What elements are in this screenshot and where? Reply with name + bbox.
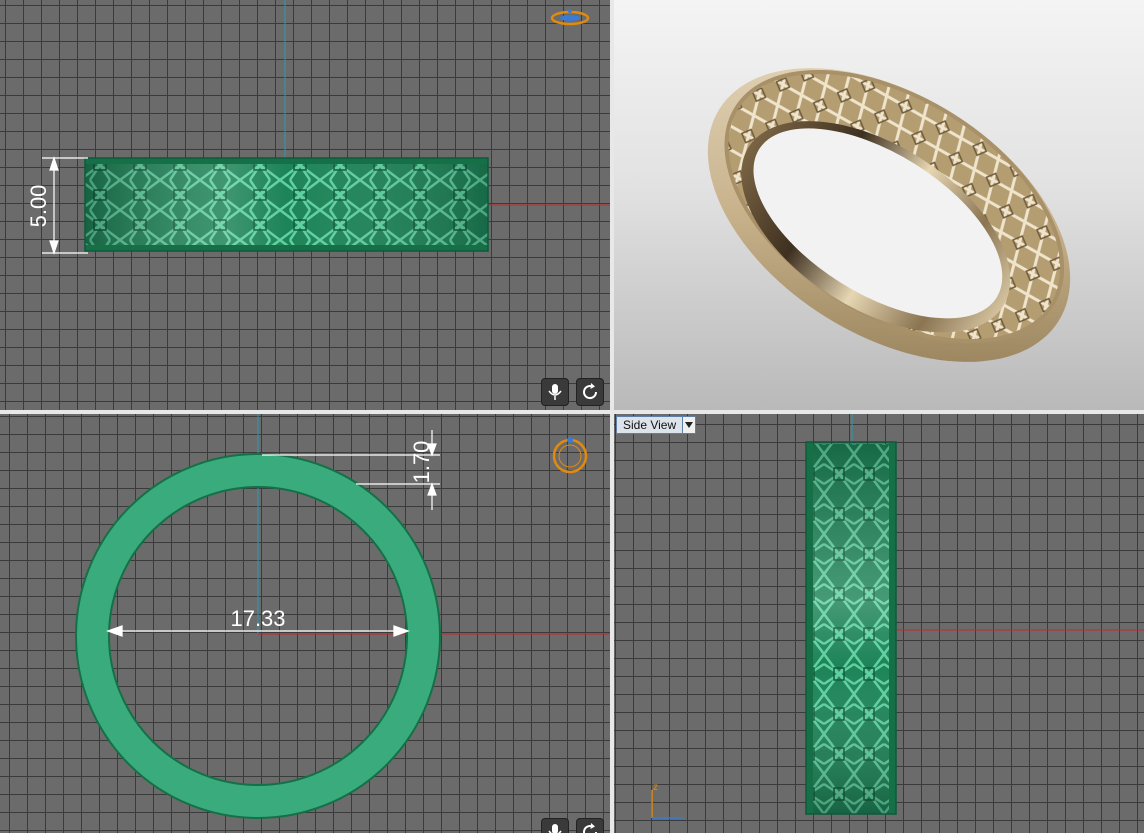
ring-front <box>84 157 489 252</box>
view-selector-label: Side View <box>623 418 677 432</box>
front-view-canvas: 5.00 <box>26 0 610 255</box>
perspective-view-canvas <box>707 68 1071 362</box>
axis-triad <box>651 790 684 819</box>
rotate-icon <box>583 383 598 400</box>
top-viewport[interactable]: 17.33 1.70 <box>0 414 610 833</box>
axis-z-label: z <box>653 782 658 793</box>
chevron-down-icon[interactable] <box>682 417 696 433</box>
view-selector[interactable]: Side View <box>616 416 697 434</box>
rotate-button[interactable] <box>576 378 604 406</box>
side-view-canvas: z <box>651 414 1144 819</box>
microphone-button[interactable] <box>541 378 569 406</box>
top-view-canvas: 17.33 1.70 <box>75 414 610 819</box>
view-gizmo-icon <box>550 9 590 26</box>
diameter-dimension-label: 17.33 <box>230 606 285 631</box>
viewport-divider-horizontal[interactable] <box>0 410 1144 414</box>
view-gizmo-icon <box>552 437 588 474</box>
ring-side <box>805 441 897 815</box>
height-dimension-label: 5.00 <box>26 185 51 228</box>
thickness-dimension-label: 1.70 <box>409 441 434 484</box>
ring-perspective <box>707 68 1071 362</box>
side-viewport[interactable]: z Side View <box>614 414 1144 833</box>
perspective-viewport[interactable] <box>614 0 1144 410</box>
front-viewport[interactable]: 5.00 <box>0 0 610 410</box>
microphone-icon <box>548 384 562 400</box>
rotate-button[interactable] <box>576 818 604 833</box>
microphone-button[interactable] <box>541 818 569 833</box>
rotate-icon <box>583 823 598 833</box>
viewport-divider-vertical[interactable] <box>610 0 614 833</box>
microphone-icon <box>548 824 562 833</box>
